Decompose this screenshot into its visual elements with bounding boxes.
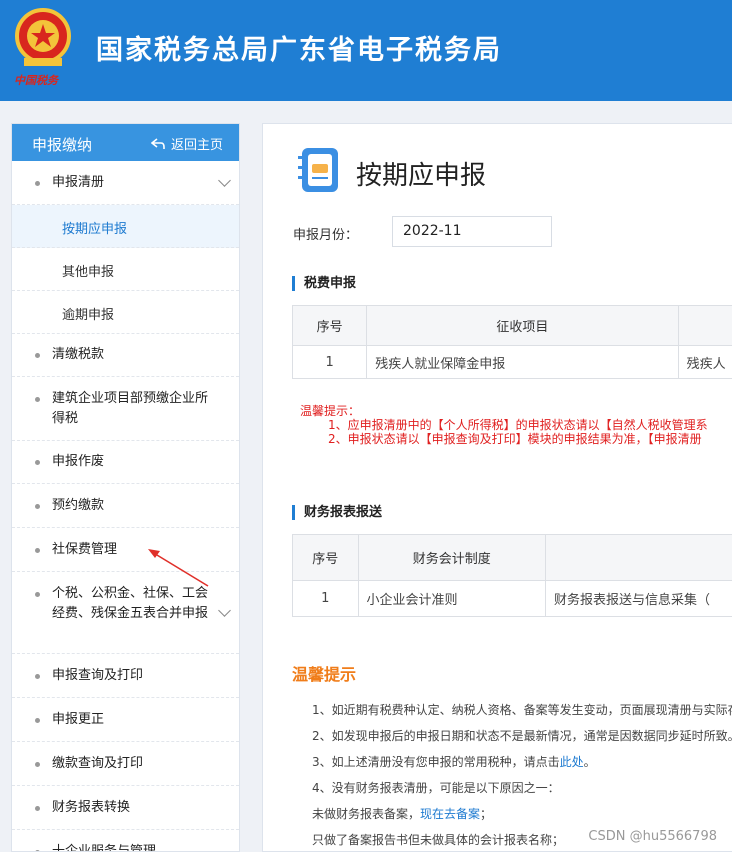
sidebar-item-report-convert[interactable]: 财务报表转换: [12, 786, 239, 830]
sidebar-item-settle-tax[interactable]: 清缴税款: [12, 334, 239, 377]
csdn-watermark: CSDN @hu5566798: [588, 829, 717, 844]
sidebar-item-label: 十企业服务与管理: [52, 844, 157, 852]
sidebar-item-label: 申报清册: [52, 175, 105, 190]
col-header: 序号: [291, 305, 368, 346]
table-row[interactable]: 1 残疾人就业保障金申报 残疾人: [291, 345, 732, 379]
bullet-icon: [35, 674, 40, 679]
bullet-icon: [35, 181, 40, 186]
tip-line: 1、如近期有税费种认定、纳税人资格、备案等发生变动，页面展现清册与实际存: [312, 703, 732, 717]
declaration-icon: [298, 148, 338, 192]
bullet-icon: [35, 806, 40, 811]
sidebar: 申报缴纳 返回主页 申报清册 按期应申报 其他申报 逾期申报 清缴税款 建筑企业…: [11, 123, 240, 852]
tip-line: 3、如上述清册没有您申报的常用税种，请点击此处。: [312, 753, 732, 779]
sidebar-item-label: 清缴税款: [52, 347, 105, 362]
tips-title: 温馨提示: [292, 665, 357, 684]
sidebar-item-scheduled-payment[interactable]: 预约缴款: [12, 484, 239, 528]
sidebar-subitem-other[interactable]: 其他申报: [12, 248, 239, 291]
notice-line: 1、应申报清册中的【个人所得税】的申报状态请以【自然人税收管理系: [328, 418, 708, 432]
bullet-icon: [35, 592, 40, 597]
tip-text: 3、如上述清册没有您申报的常用税种，请点击: [312, 755, 560, 769]
bullet-icon: [35, 504, 40, 509]
sidebar-item-label: 申报更正: [52, 712, 105, 727]
bullet-icon: [35, 460, 40, 465]
sidebar-item-label: 其他申报: [62, 265, 115, 280]
tip-text: 未做财务报表备案，: [312, 807, 421, 821]
col-header: 征收项目: [366, 305, 679, 346]
table-row[interactable]: 1 小企业会计准则 财务报表报送与信息采集（: [292, 580, 732, 617]
notice-title: 温馨提示：: [300, 404, 361, 418]
sidebar-item-query-print[interactable]: 申报查询及打印: [12, 654, 239, 698]
col-header: [677, 305, 732, 346]
sidebar-item-label: 申报查询及打印: [52, 668, 144, 683]
site-title: 国家税务总局广东省电子税务局: [96, 35, 502, 66]
sidebar-item-label: 预约缴款: [52, 498, 105, 513]
bullet-icon: [35, 718, 40, 723]
sidebar-item-label: 按期应申报: [62, 222, 128, 237]
bullet-icon: [35, 397, 40, 402]
table-header-row: 序号 财务会计制度: [292, 534, 732, 581]
back-home-label: 返回主页: [170, 138, 223, 153]
go-filing-link[interactable]: 现在去备案: [420, 807, 480, 821]
cell-extra: 财务报表报送与信息采集（: [545, 580, 732, 617]
sidebar-subitem-periodic[interactable]: 按期应申报: [12, 205, 239, 248]
sidebar-item-label: 财务报表转换: [52, 800, 131, 815]
tip-text: ；: [480, 807, 493, 821]
sidebar-item-payment-query[interactable]: 缴款查询及打印: [12, 742, 239, 786]
sidebar-item-enterprise-service[interactable]: 十企业服务与管理: [12, 830, 239, 852]
tax-section-title: 税费申报: [292, 276, 356, 291]
cell-item: 残疾人就业保障金申报: [366, 345, 679, 379]
cell-extra: 残疾人: [677, 345, 732, 379]
col-header: 财务会计制度: [357, 534, 547, 581]
main-panel: 按期应申报 申报月份： 2022-11 税费申报 序号 征收项目 1 残疾人就业…: [262, 123, 732, 852]
cell-index: 1: [292, 580, 359, 617]
notice-box: 温馨提示： 1、应申报清册中的【个人所得税】的申报状态请以【自然人税收管理系 2…: [300, 404, 708, 446]
bullet-icon: [35, 762, 40, 767]
col-header: 序号: [292, 534, 359, 581]
sidebar-item-void[interactable]: 申报作废: [12, 441, 239, 484]
tip-line: 2、如发现申报后的申报日期和状态不是最新情况，通常是因数据同步延时所致。: [312, 729, 732, 743]
bullet-icon: [35, 353, 40, 358]
click-here-link[interactable]: 此处: [560, 755, 584, 769]
sidebar-item-label: 缴款查询及打印: [52, 756, 144, 771]
tax-table: 序号 征收项目 1 残疾人就业保障金申报 残疾人: [291, 305, 732, 379]
financial-table: 序号 财务会计制度 1 小企业会计准则 财务报表报送与信息采集（: [292, 534, 732, 617]
chevron-down-icon: [218, 604, 231, 617]
tip-text: 。: [583, 755, 596, 769]
page-title: 按期应申报: [356, 161, 487, 191]
cell-index: 1: [291, 345, 368, 379]
sidebar-item-label: 申报作废: [52, 454, 105, 469]
cell-standard: 小企业会计准则: [357, 580, 547, 617]
sidebar-title: 申报缴纳: [32, 136, 93, 154]
sidebar-header: 申报缴纳 返回主页: [12, 124, 239, 161]
site-header: 中国税务 国家税务总局广东省电子税务局: [0, 0, 732, 101]
sidebar-item-construction-prepay[interactable]: 建筑企业项目部预缴企业所得税: [12, 377, 239, 441]
back-arrow-icon: [150, 137, 165, 149]
chevron-down-icon: [218, 174, 231, 187]
notice-line: 2、申报状态请以【申报查询及打印】模块的申报结果为准，【申报清册: [328, 432, 702, 446]
tip-line: 4、没有财务报表清册，可能是以下原因之一：: [312, 781, 560, 795]
sidebar-item-label: 逾期申报: [62, 308, 115, 323]
financial-section-title: 财务报表报送: [292, 505, 382, 520]
sidebar-item-correction[interactable]: 申报更正: [12, 698, 239, 742]
sidebar-item-label: 建筑企业项目部预缴企业所得税: [52, 391, 209, 426]
period-input[interactable]: 2022-11: [392, 216, 552, 247]
tip-line: 未做财务报表备案，现在去备案；: [312, 805, 732, 831]
table-header-row: 序号 征收项目: [291, 305, 732, 346]
bullet-icon: [35, 548, 40, 553]
emblem-text: 中国税务: [14, 74, 58, 87]
period-label: 申报月份：: [293, 228, 359, 243]
back-home-button[interactable]: 返回主页: [150, 134, 223, 153]
sidebar-subitem-overdue[interactable]: 逾期申报: [12, 291, 239, 334]
col-header: [545, 534, 732, 581]
sidebar-item-declaration-list[interactable]: 申报清册: [12, 161, 239, 205]
annotation-arrow-icon: [148, 549, 209, 587]
